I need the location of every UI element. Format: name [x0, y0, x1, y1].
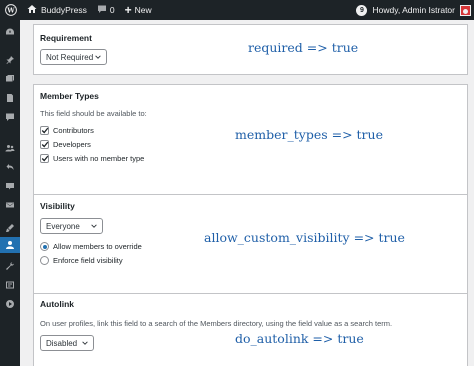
radio-label: Enforce field visibility	[53, 256, 123, 265]
users-icon[interactable]	[0, 237, 20, 253]
checkmark-icon	[41, 155, 49, 162]
svg-text:W: W	[6, 6, 15, 14]
chevron-down-icon	[82, 341, 88, 345]
member-types-note: member_types => true	[235, 127, 383, 142]
settings-icon[interactable]	[0, 277, 20, 293]
member-types-card: Member Types This field should be availa…	[33, 84, 468, 201]
visibility-title: Visibility	[40, 201, 75, 211]
member-type-option[interactable]: Users with no member type	[40, 154, 144, 163]
requirement-card: Requirement Not Required required => tru…	[33, 24, 468, 75]
pages-icon[interactable]	[0, 90, 20, 106]
checkmark-icon	[41, 127, 49, 134]
autolink-card: Autolink On user profiles, link this fie…	[33, 293, 468, 366]
buddypress-icon[interactable]	[0, 140, 20, 156]
tools-icon[interactable]	[0, 258, 20, 274]
chevron-down-icon	[95, 55, 101, 59]
activity-icon[interactable]	[0, 159, 20, 175]
admin-sidebar	[0, 20, 20, 366]
member-type-label: Contributors	[53, 126, 94, 135]
requirement-select[interactable]: Not Required	[40, 49, 107, 65]
play-icon[interactable]	[0, 296, 20, 312]
visibility-note: allow_custom_visibility => true	[204, 230, 405, 245]
autolink-note: do_autolink => true	[235, 331, 364, 346]
autolink-description: On user profiles, link this field to a s…	[40, 319, 393, 328]
plus-icon: +	[124, 3, 132, 17]
radio-button[interactable]	[40, 256, 49, 265]
requirement-select-value: Not Required	[46, 52, 94, 62]
home-icon	[27, 4, 37, 16]
visibility-radio-option[interactable]: Enforce field visibility	[40, 256, 123, 265]
comment-icon	[97, 4, 107, 16]
radio-label: Allow members to override	[53, 242, 142, 251]
pin-icon[interactable]	[0, 52, 20, 68]
member-types-description: This field should be available to:	[40, 109, 147, 118]
visibility-card: Visibility Everyone Allow members to ove…	[33, 194, 468, 300]
notifications-badge[interactable]: 9	[356, 4, 368, 16]
radio-button[interactable]	[40, 242, 49, 251]
new-content-link[interactable]: + New	[120, 0, 157, 20]
member-type-option[interactable]: Contributors	[40, 126, 94, 135]
media-icon[interactable]	[0, 71, 20, 87]
visibility-select-value: Everyone	[46, 221, 80, 231]
comments-link[interactable]: 0	[92, 0, 120, 20]
comments-count: 0	[109, 5, 115, 15]
member-type-option[interactable]: Developers	[40, 140, 91, 149]
autolink-select[interactable]: Disabled	[40, 335, 94, 351]
mail-icon[interactable]	[0, 197, 20, 213]
admin-bar: W BuddyPress 0 + New 9 Howdy, Admin Istr…	[0, 0, 474, 20]
main-content: Requirement Not Required required => tru…	[20, 20, 474, 366]
woo-icon[interactable]	[0, 178, 20, 194]
checkbox[interactable]	[40, 154, 49, 163]
visibility-radio-option[interactable]: Allow members to override	[40, 242, 142, 251]
site-name: BuddyPress	[41, 5, 87, 15]
chevron-down-icon	[91, 224, 97, 228]
visibility-select[interactable]: Everyone	[40, 218, 103, 234]
new-label: New	[134, 5, 152, 15]
autolink-select-value: Disabled	[46, 338, 78, 348]
member-type-label: Users with no member type	[53, 154, 145, 163]
dashboard-icon[interactable]	[0, 24, 20, 40]
member-types-title: Member Types	[40, 91, 99, 101]
requirement-note: required => true	[248, 40, 359, 55]
avatar[interactable]	[460, 4, 471, 16]
site-name-link[interactable]: BuddyPress	[22, 0, 92, 20]
checkbox[interactable]	[40, 140, 49, 149]
checkbox[interactable]	[40, 126, 49, 135]
comments-icon[interactable]	[0, 109, 20, 125]
appearance-icon[interactable]	[0, 220, 20, 236]
requirement-title: Requirement	[40, 33, 92, 43]
member-type-label: Developers	[53, 140, 91, 149]
autolink-title: Autolink	[40, 299, 74, 309]
wordpress-logo-icon[interactable]: W	[0, 0, 22, 20]
howdy-text[interactable]: Howdy, Admin Istrator	[372, 5, 455, 15]
checkmark-icon	[41, 141, 49, 148]
